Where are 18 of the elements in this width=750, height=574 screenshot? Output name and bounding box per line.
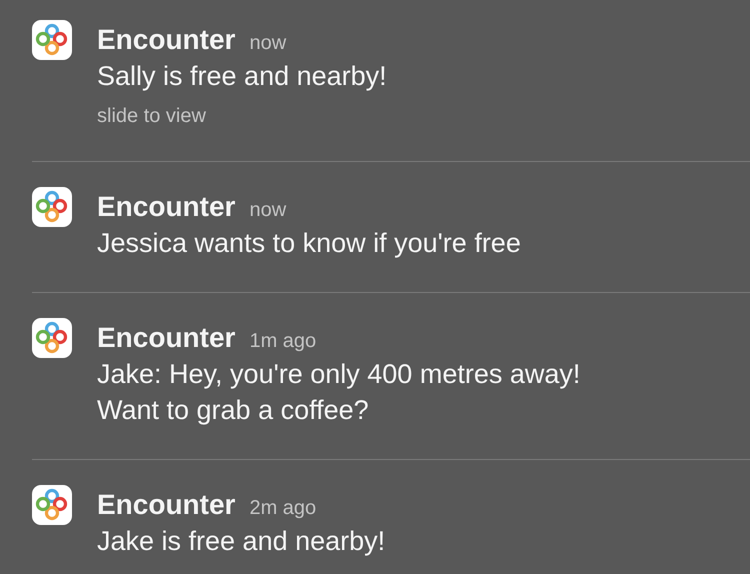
- notification-message: Want to grab a coffee?: [97, 394, 370, 427]
- app-name: Encounter: [97, 23, 236, 57]
- app-name: Encounter: [97, 488, 236, 522]
- app-icon: [32, 187, 72, 227]
- slide-hint: slide to view: [97, 104, 207, 129]
- notification-time: now: [249, 198, 286, 223]
- app-name: Encounter: [97, 321, 236, 355]
- app-icon: [32, 20, 72, 60]
- notification-time: 2m ago: [249, 496, 316, 521]
- notification-time: 1m ago: [249, 329, 316, 354]
- app-icon: [32, 485, 72, 525]
- notification-message: Sally is free and nearby!: [97, 60, 387, 93]
- app-name: Encounter: [97, 190, 236, 224]
- notification-message: Jessica wants to know if you're free: [97, 227, 521, 260]
- app-icon: [32, 318, 72, 358]
- notification-time: now: [249, 31, 286, 56]
- notification-message: Jake: Hey, you're only 400 metres away!: [97, 358, 580, 391]
- notification-message: Jake is free and nearby!: [97, 525, 386, 558]
